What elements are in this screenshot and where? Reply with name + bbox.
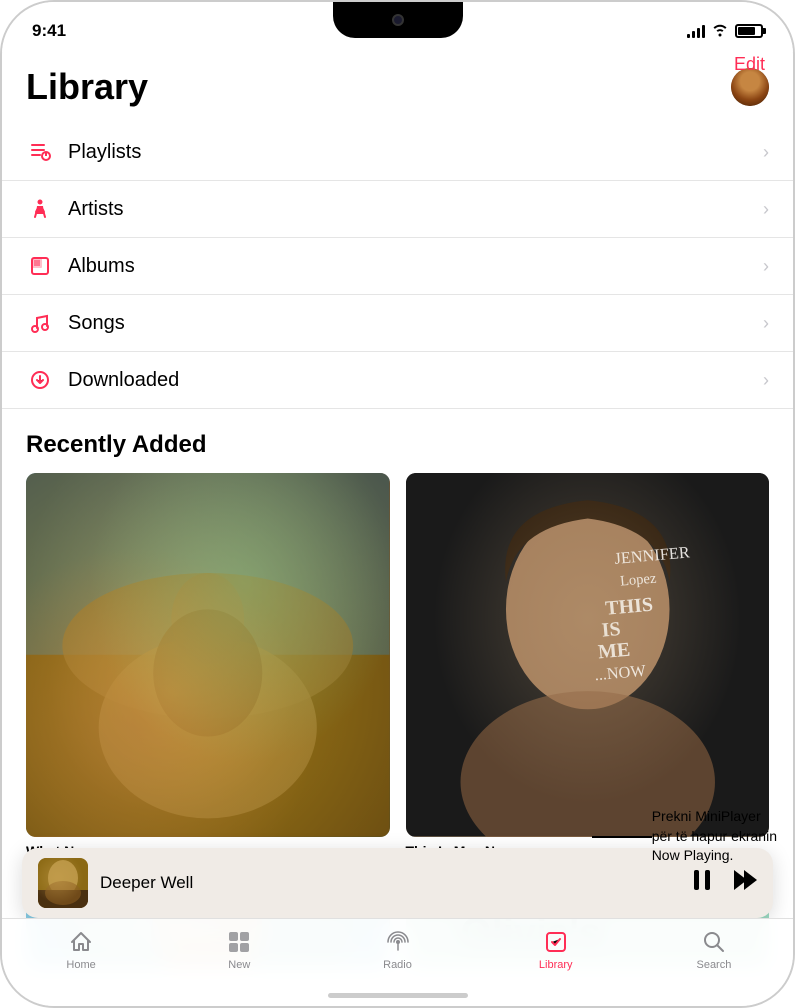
menu-item-label-songs: Songs — [68, 312, 763, 335]
album-cover-what-now — [26, 473, 390, 837]
album-cover-jennifer: JENNIFER Lopez THIS IS ME ...NOW — [406, 473, 770, 837]
menu-item-label-albums: Albums — [68, 255, 763, 278]
tab-label-home: Home — [66, 959, 95, 971]
wifi-icon — [711, 23, 729, 40]
mini-player-title: Deeper Well — [100, 873, 193, 892]
svg-text:Lopez: Lopez — [619, 571, 657, 590]
menu-item-label-playlists: Playlists — [68, 141, 763, 164]
svg-text:ME: ME — [597, 639, 631, 664]
svg-text:JENNIFER: JENNIFER — [613, 542, 690, 568]
menu-item-albums[interactable]: Albums › — [2, 238, 793, 295]
tab-library[interactable]: Library — [477, 929, 635, 971]
menu-list: Playlists › Artists › — [2, 124, 793, 409]
library-header: Library — [2, 52, 793, 118]
mini-player-artwork — [38, 858, 88, 908]
tab-home[interactable]: Home — [2, 929, 160, 971]
downloaded-icon — [26, 366, 54, 394]
chevron-icon-albums: › — [763, 256, 769, 277]
svg-text:IS: IS — [600, 618, 621, 642]
tab-label-radio: Radio — [383, 959, 412, 971]
menu-item-playlists[interactable]: Playlists › — [2, 124, 793, 181]
callout-line — [592, 836, 652, 838]
svg-text:...NOW: ...NOW — [593, 661, 646, 684]
chevron-icon-downloaded: › — [763, 370, 769, 391]
menu-item-artists[interactable]: Artists › — [2, 181, 793, 238]
album-item-what-now[interactable]: What Now Brittany Howard — [26, 473, 390, 874]
chevron-icon-songs: › — [763, 313, 769, 334]
tab-label-search: Search — [696, 959, 731, 971]
page-title: Library — [26, 66, 148, 108]
mini-player-controls — [689, 867, 757, 899]
menu-item-downloaded[interactable]: Downloaded › — [2, 352, 793, 409]
artists-icon — [26, 195, 54, 223]
signal-icon — [687, 24, 705, 38]
notch — [333, 2, 463, 38]
tab-new[interactable]: New — [160, 929, 318, 971]
radio-icon — [386, 929, 410, 955]
recently-added-header: Recently Added — [2, 409, 793, 473]
playlists-icon — [26, 138, 54, 166]
status-icons — [687, 23, 763, 40]
callout-annotation: Prekni MiniPlayerpër të hapur ekraninNow… — [592, 807, 777, 866]
svg-text:THIS: THIS — [604, 594, 654, 620]
albums-icon — [26, 252, 54, 280]
songs-icon — [26, 309, 54, 337]
menu-item-label-artists: Artists — [68, 198, 763, 221]
phone-frame: 9:41 Edit Library — [0, 0, 795, 1008]
tab-search[interactable]: Search — [635, 929, 793, 971]
tab-radio[interactable]: Radio — [318, 929, 476, 971]
menu-item-songs[interactable]: Songs › — [2, 295, 793, 352]
skip-forward-button[interactable] — [731, 867, 757, 899]
home-icon — [69, 929, 93, 955]
callout-text: Prekni MiniPlayerpër të hapur ekraninNow… — [652, 807, 777, 866]
pause-button[interactable] — [689, 867, 715, 899]
chevron-icon-playlists: › — [763, 142, 769, 163]
camera-notch — [392, 14, 404, 26]
tab-label-library: Library — [539, 959, 573, 971]
home-indicator — [328, 993, 468, 998]
edit-button[interactable]: Edit — [734, 54, 765, 75]
mini-player-info: Deeper Well — [100, 873, 689, 893]
library-icon — [544, 929, 568, 955]
tab-label-new: New — [228, 959, 250, 971]
new-icon — [227, 929, 251, 955]
search-icon — [702, 929, 726, 955]
chevron-icon-artists: › — [763, 199, 769, 220]
battery-icon — [735, 24, 763, 38]
status-time: 9:41 — [32, 21, 66, 41]
menu-item-label-downloaded: Downloaded — [68, 369, 763, 392]
